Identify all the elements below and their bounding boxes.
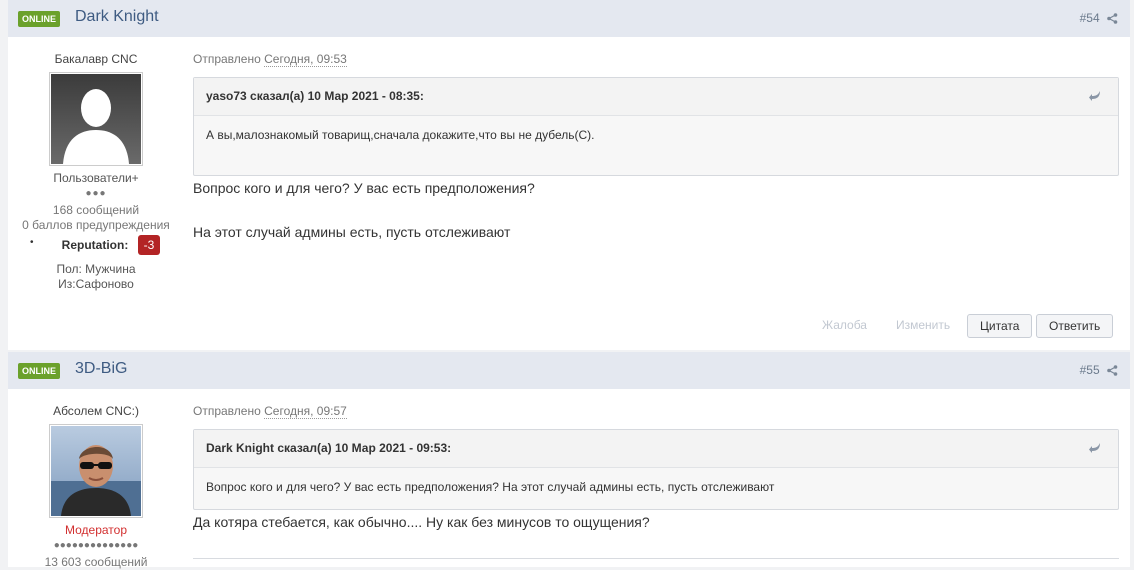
warning-points: 0 баллов предупреждения [22, 218, 170, 232]
reputation-badge: -3 [137, 235, 161, 255]
posted-label: Отправлено [193, 52, 261, 66]
edit-link[interactable]: Изменить [896, 318, 950, 332]
rank-pips: ●●● [85, 188, 107, 199]
quote-header: yaso73 сказал(а) 10 Мар 2021 - 08:35: [194, 78, 1118, 116]
author-sidebar: Бакалавр CNC [8, 52, 184, 66]
quote-citation: yaso73 сказал(а) 10 Мар 2021 - 08:35: [206, 89, 424, 103]
post-number-link[interactable]: #54 [1080, 11, 1118, 25]
avatar[interactable] [49, 424, 143, 518]
post-divider [193, 558, 1119, 559]
quote-citation: Dark Knight сказал(а) 10 Мар 2021 - 09:5… [206, 441, 452, 455]
quote-header: Dark Knight сказал(а) 10 Мар 2021 - 09:5… [194, 430, 1118, 468]
post-count: 13 603 сообщений [44, 555, 148, 569]
post-text-line-2: На этот случай админы есть, пусть отслеж… [193, 224, 511, 240]
post-54: ONLINE Dark Knight #54 Бакалавр CNC Поль… [8, 0, 1130, 350]
share-icon[interactable] [1107, 365, 1118, 377]
quote-button[interactable]: Цитата [967, 314, 1033, 338]
location-info: Из:Сафоново [58, 277, 134, 291]
posted-date: Отправлено Сегодня, 09:53 [193, 52, 1119, 67]
report-link[interactable]: Жалоба [822, 318, 867, 332]
bullet-icon: • [30, 237, 34, 248]
quote-block: Dark Knight сказал(а) 10 Мар 2021 - 09:5… [193, 429, 1119, 510]
author-link[interactable]: 3D-BiG [75, 360, 127, 378]
reply-button[interactable]: Ответить [1036, 314, 1114, 338]
post-header: ONLINE Dark Knight #54 [8, 0, 1130, 37]
rank-pips: ●●●●●●●●●●●●●● [53, 540, 139, 551]
online-badge: ONLINE [18, 11, 61, 27]
online-badge: ONLINE [18, 363, 61, 379]
user-photo [51, 426, 141, 516]
default-avatar-icon [51, 74, 141, 164]
posted-time: Сегодня, 09:57 [264, 404, 347, 419]
post-text-line-1: Да котяра стебается, как обычно.... Ну к… [193, 514, 650, 530]
post-text-line-1: Вопрос кого и для чего? У вас есть предп… [193, 180, 535, 196]
rank-title: Бакалавр CNC [54, 52, 138, 66]
post-number-link[interactable]: #55 [1080, 363, 1118, 377]
reputation-label: Reputation: [61, 238, 129, 252]
user-group: Модератор [64, 523, 127, 537]
post-body: Отправлено Сегодня, 09:53 yaso73 сказал(… [193, 52, 1119, 350]
posted-time: Сегодня, 09:53 [264, 52, 347, 67]
share-icon[interactable] [1107, 13, 1118, 25]
quote-text: Вопрос кого и для чего? У вас есть предп… [206, 480, 775, 494]
post-body: Отправлено Сегодня, 09:57 Dark Knight ск… [193, 404, 1119, 567]
rank-title: Абсолем CNC:) [53, 404, 139, 418]
user-group: Пользователи+ [53, 171, 139, 185]
quote-block: yaso73 сказал(а) 10 Мар 2021 - 08:35: А … [193, 77, 1119, 176]
post-number: #55 [1079, 363, 1100, 377]
gender-info: Пол: Мужчина [56, 262, 136, 276]
post-55: ONLINE 3D-BiG #55 Абсолем CNC:) Модерато… [8, 352, 1130, 569]
post-header: ONLINE 3D-BiG #55 [8, 352, 1130, 389]
author-link[interactable]: Dark Knight [75, 8, 159, 26]
quote-jump-icon[interactable] [1088, 442, 1102, 454]
posted-date: Отправлено Сегодня, 09:57 [193, 404, 1119, 419]
avatar[interactable] [49, 72, 143, 166]
quote-jump-icon[interactable] [1088, 90, 1102, 102]
post-count: 168 сообщений [52, 203, 140, 217]
quote-text: А вы,малознакомый товарищ,сначала докажи… [206, 128, 595, 142]
post-number: #54 [1079, 11, 1100, 25]
reputation-row: • Reputation: -3 [8, 235, 184, 255]
posted-label: Отправлено [193, 404, 261, 418]
